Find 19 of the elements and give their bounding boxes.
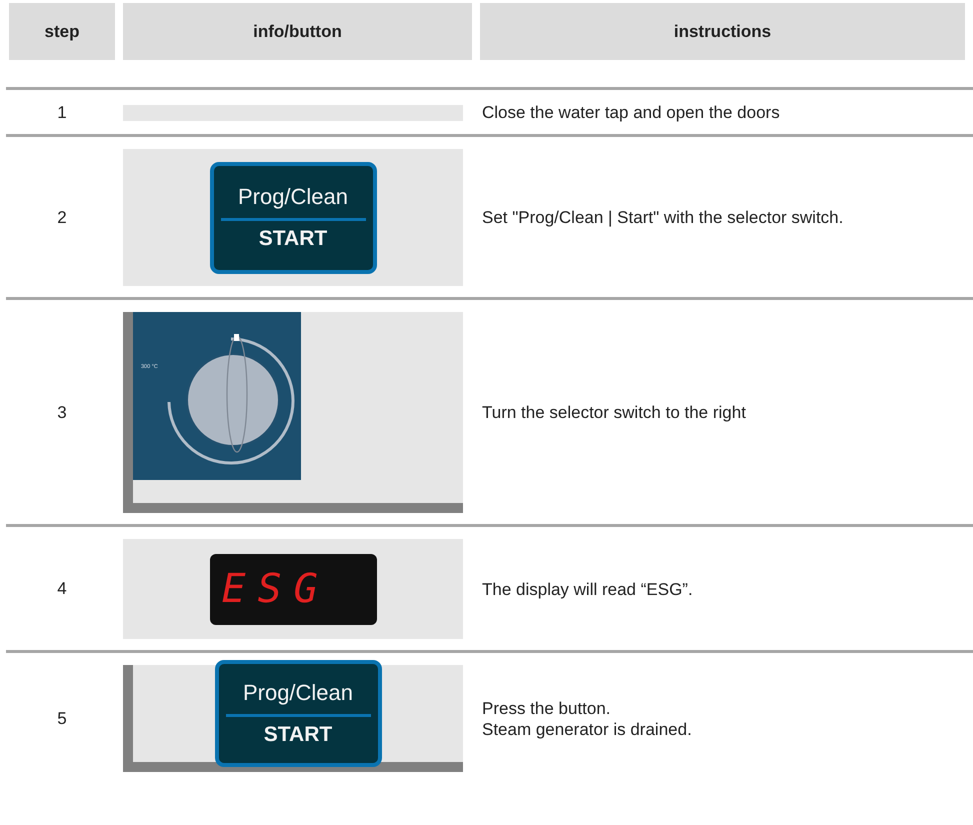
step-number: 5 [56, 708, 68, 728]
step-number: 2 [56, 208, 68, 228]
column-header: step [9, 3, 115, 60]
instruction-text: The display will read “ESG”. [482, 578, 694, 600]
button-label: Prog/Clean [238, 184, 348, 210]
led-display: ESG [210, 554, 376, 624]
instruction-text: Steam generator is drained. [482, 718, 693, 740]
button-label: Prog/Clean [242, 680, 354, 706]
instruction-text: Press the button. [482, 698, 612, 718]
step-number: 1 [56, 102, 68, 122]
step-number: 4 [56, 579, 68, 599]
instruction-text: Set "Prog/Clean | Start" with the selector switch. [482, 207, 844, 228]
step-number: 3 [56, 402, 68, 422]
column-header: info/button [123, 3, 472, 60]
button-label: START [258, 227, 328, 251]
instruction-text: Close the water tap and open the doors [482, 102, 781, 123]
button-label: START [264, 723, 332, 747]
column-header: instructions [480, 3, 965, 60]
instruction-text: Turn the selector switch to the right [482, 402, 747, 423]
